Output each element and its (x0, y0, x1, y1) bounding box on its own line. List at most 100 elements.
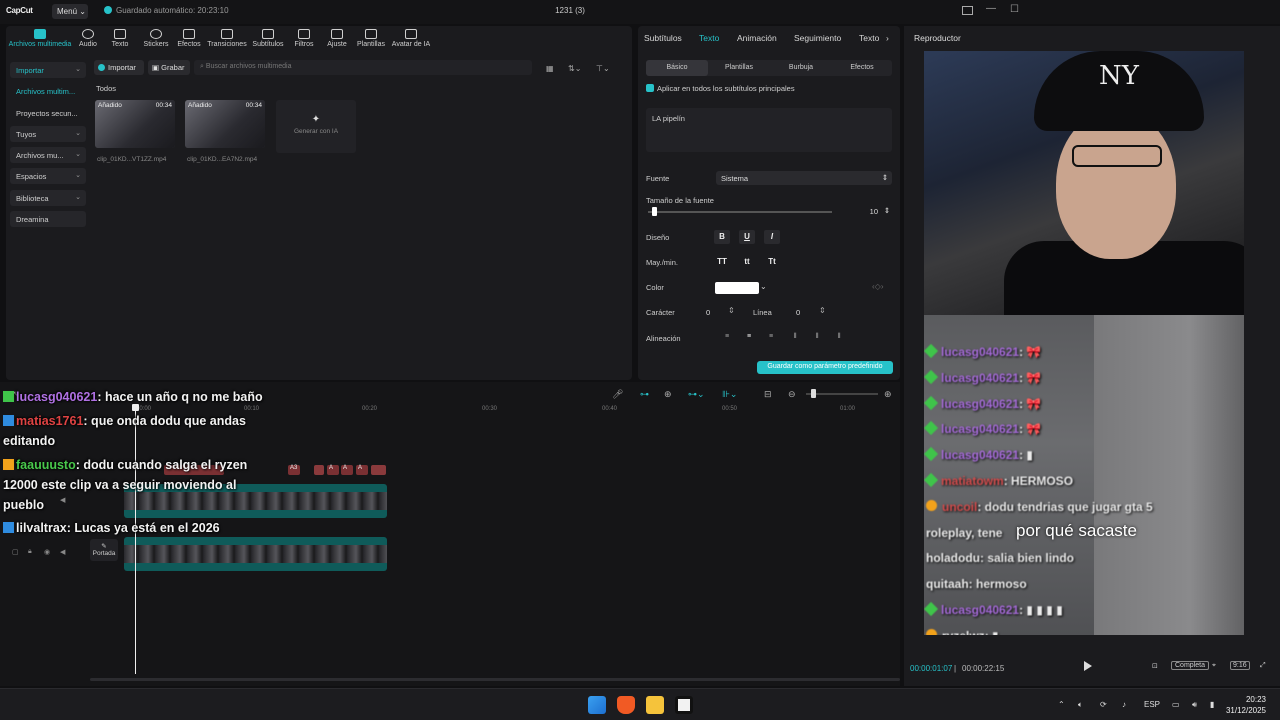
ratio-button[interactable]: 9:16 (1230, 661, 1250, 670)
tool-filters[interactable]: Filtros (290, 29, 318, 48)
microphone-icon[interactable]: 🎤︎ (612, 389, 623, 400)
font-size-slider[interactable] (648, 211, 832, 213)
fit-icon[interactable]: ⊟ (764, 389, 772, 400)
play-icon[interactable] (1084, 661, 1092, 671)
chevron-down-icon[interactable]: ⌄ (760, 282, 767, 291)
nav-yours[interactable]: Tuyos ⌄ (10, 126, 86, 142)
nav-library[interactable]: Biblioteca ⌄ (10, 190, 86, 206)
maximize-icon[interactable]: ☐ (1010, 4, 1019, 15)
apply-all-checkbox[interactable]: Aplicar en todos los subtítulos principa… (646, 84, 795, 93)
lock-icon[interactable]: 🔒︎ (28, 548, 32, 556)
layout-icon[interactable] (962, 6, 973, 15)
nav-import[interactable]: Importar ⌄ (10, 62, 86, 78)
eye-icon[interactable]: ◉ (44, 548, 50, 556)
chevron-up-icon[interactable]: ⌃ (1058, 700, 1065, 709)
tool-subtitles[interactable]: Subtítulos (250, 29, 286, 48)
capcut-icon[interactable] (675, 696, 693, 714)
stepper-icon[interactable]: ⇕ (728, 306, 735, 315)
minimize-icon[interactable]: — (986, 3, 996, 14)
media-search-input[interactable]: ⌕ Buscar archivos multimedia (194, 60, 532, 75)
brave-icon[interactable] (617, 696, 635, 714)
tool-effects[interactable]: Efectos (174, 29, 204, 48)
character-spacing-input[interactable]: 0 (706, 308, 710, 317)
tab-tracking[interactable]: Seguimiento (794, 33, 841, 43)
chevron-right-icon[interactable]: › (886, 33, 889, 43)
font-select[interactable]: Sistema ⇕ (716, 171, 892, 185)
tab-text-2[interactable]: Texto (859, 33, 879, 43)
zoom-slider[interactable] (806, 393, 878, 395)
subtab-templates[interactable]: Plantillas (708, 60, 770, 76)
system-clock[interactable]: 20:23 31/12/2025 (1226, 694, 1266, 716)
tool-audio[interactable]: Audio (74, 29, 102, 48)
video-preview[interactable]: NY lucasg040621: 🎀 lucasg040621: 🎀 lucasg0… (924, 51, 1244, 635)
sort-icon[interactable]: ⇅⌄ (568, 64, 581, 73)
magnet-icon[interactable]: ⊶⌄ (688, 389, 705, 400)
uppercase-button[interactable]: TT (714, 255, 730, 269)
folder-icon[interactable] (646, 696, 664, 714)
tool-media[interactable]: Archivos multimedia (8, 29, 72, 48)
tool-adjust[interactable]: Ajuste (322, 29, 352, 48)
audio-device-icon[interactable]: 🔈︎ (1078, 700, 1083, 710)
generate-ai-button[interactable]: ✦ Generar con IA (276, 100, 356, 153)
zoom-out-icon[interactable]: ⊖ (788, 389, 796, 400)
snap-icon[interactable]: ⊕ (664, 389, 672, 400)
align-vertical-bottom-icon[interactable]: ⦀ (830, 333, 848, 344)
stepper-icon[interactable]: ⇕ (819, 306, 826, 315)
import-button[interactable]: Importar (94, 60, 144, 75)
fullscreen-icon[interactable]: ⤢ (1260, 662, 1266, 670)
timeline-scrollbar[interactable] (90, 678, 900, 681)
align-center-icon[interactable]: ≡ (740, 333, 758, 344)
color-picker[interactable] (715, 282, 759, 294)
grid-view-icon[interactable]: ▦ (546, 64, 554, 73)
align-right-icon[interactable]: ≡ (762, 333, 780, 344)
media-clip[interactable]: Añadido 00:34 (185, 100, 265, 148)
nav-dreamina[interactable]: Dreamina (10, 211, 86, 227)
align-left-icon[interactable]: ≡ (718, 333, 736, 344)
volume-icon[interactable]: 🔊︎ (1192, 700, 1197, 710)
split-preview-icon[interactable]: ⊪⌄ (722, 389, 737, 400)
tab-animation[interactable]: Animación (737, 33, 777, 43)
stepper-icon[interactable]: ⇕ (884, 206, 890, 215)
filter-icon[interactable]: ⊤⌄ (596, 64, 610, 73)
font-size-input[interactable]: 10 ⇕ (838, 205, 892, 219)
menu-button[interactable]: Menú ⌄ (52, 4, 88, 19)
audio-icon[interactable]: ◀︎ (60, 548, 65, 556)
bold-button[interactable]: B (714, 230, 730, 244)
nav-secondary-projects[interactable]: Proyectos secun... (10, 105, 86, 121)
tab-text[interactable]: Texto (699, 33, 719, 43)
tool-templates[interactable]: Plantillas (354, 29, 388, 48)
tool-stickers[interactable]: Stickers (140, 29, 172, 48)
subtitle-text-field[interactable]: LA pipelín (646, 108, 892, 152)
record-button[interactable]: ▣ Grabar (148, 60, 190, 75)
quality-button[interactable]: Completa (1171, 661, 1209, 670)
track-toggle-icon[interactable]: ▢ (12, 548, 19, 556)
titlecase-button[interactable]: Tt (764, 255, 780, 269)
nav-media-archive[interactable]: Archivos mu... ⌄ (10, 147, 86, 163)
align-vertical-center-icon[interactable]: ⦀ (808, 333, 826, 344)
language-indicator[interactable]: ESP (1144, 700, 1160, 709)
subtab-basic[interactable]: Básico (646, 60, 708, 76)
lowercase-button[interactable]: tt (739, 255, 755, 269)
start-icon[interactable] (588, 696, 606, 714)
save-preset-button[interactable]: Guardar como parámetro predefinido (757, 361, 893, 374)
tool-ai-avatar[interactable]: Avatar de IA (390, 29, 432, 48)
screenshot-icon[interactable]: ⌖ (1212, 662, 1216, 670)
zoom-in-icon[interactable]: ⊕ (884, 389, 892, 400)
media-clip[interactable]: Añadido 00:34 (95, 100, 175, 148)
subtab-effects[interactable]: Efectos (832, 60, 892, 76)
nav-spaces[interactable]: Espacios ⌄ (10, 168, 86, 184)
tab-subtitles[interactable]: Subtítulos (644, 33, 682, 43)
battery-icon[interactable]: ▮ (1210, 700, 1214, 709)
subtitle-caption[interactable]: por qué sacaste (1016, 521, 1137, 541)
subtab-bubble[interactable]: Burbuja (770, 60, 832, 76)
tool-text[interactable]: Texto (106, 29, 134, 48)
font-size-slider-handle[interactable] (651, 207, 657, 216)
crop-icon[interactable]: ⊡ (1152, 662, 1158, 670)
microphone-icon[interactable]: ♪ (1122, 700, 1126, 709)
tool-transitions[interactable]: Transiciones (206, 29, 248, 48)
network-icon[interactable]: ▭ (1172, 700, 1180, 709)
nav-media-files[interactable]: Archivos multim... (10, 83, 86, 99)
link-icon[interactable]: ⊶ (640, 389, 649, 400)
keyframe-icon[interactable]: ‹◇› (872, 282, 883, 291)
line-spacing-input[interactable]: 0 (796, 308, 800, 317)
